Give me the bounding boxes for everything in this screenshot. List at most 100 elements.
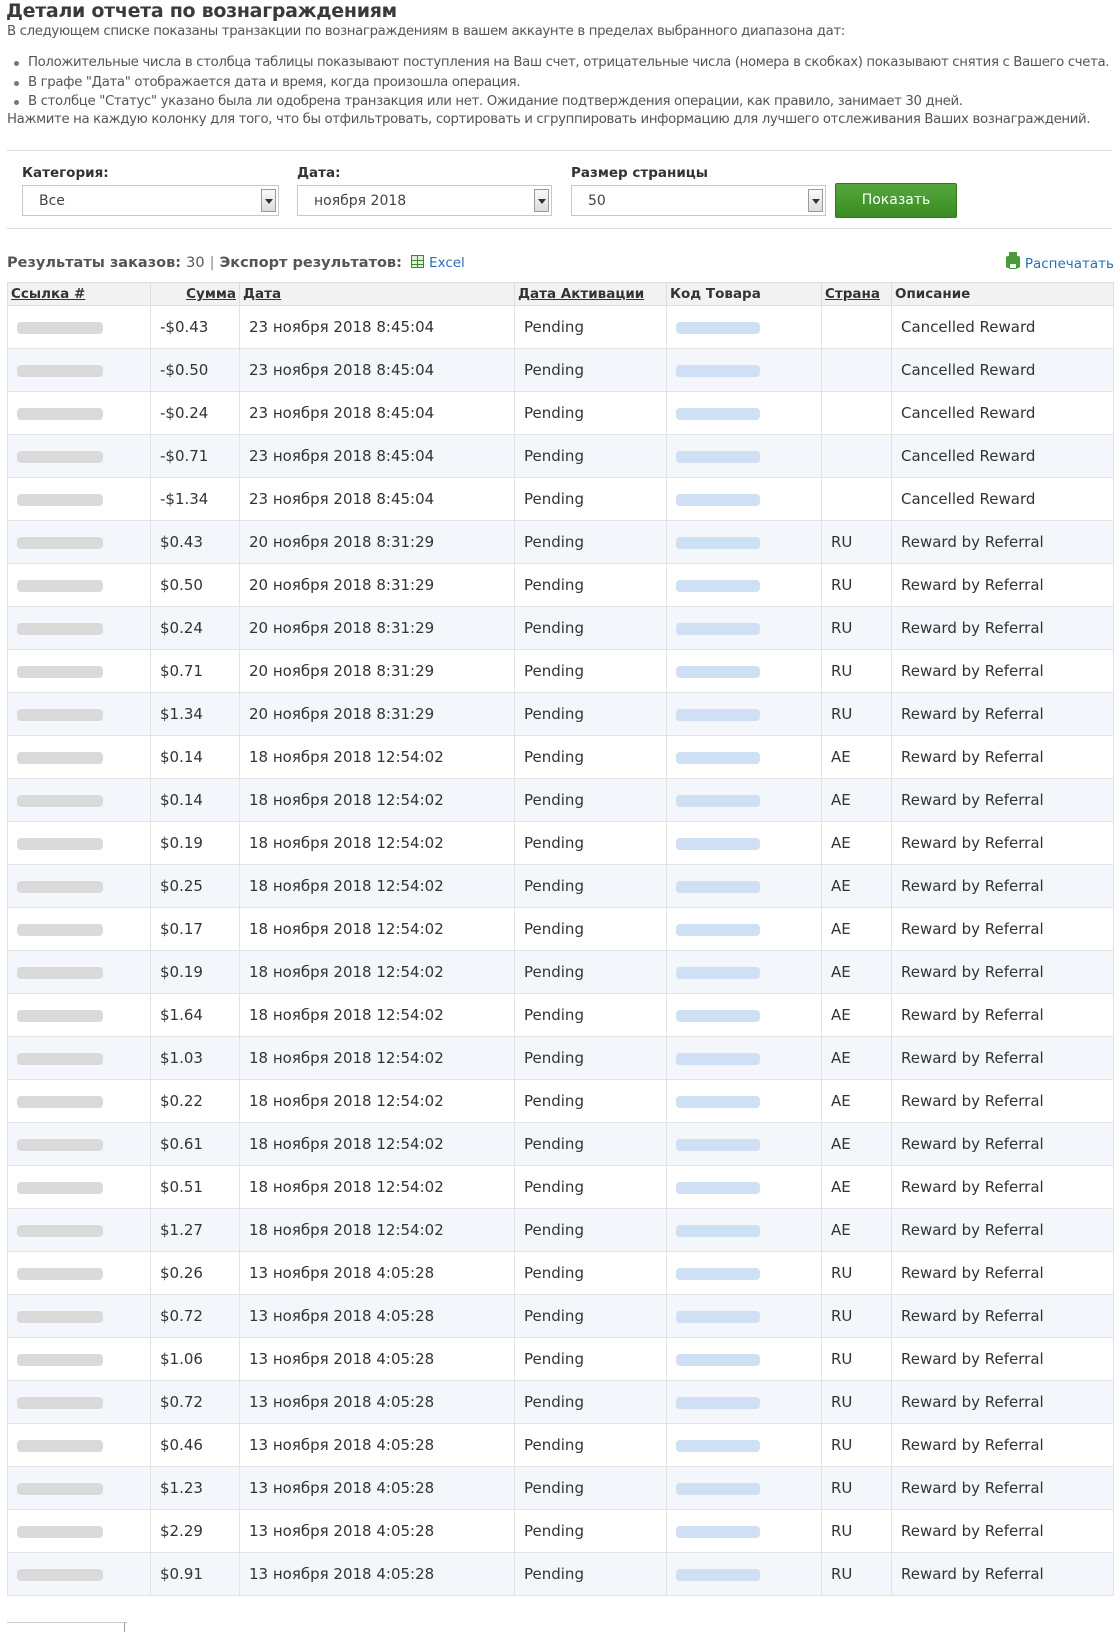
redacted-product-code-link[interactable] (676, 407, 760, 420)
product-code-cell[interactable] (666, 1251, 822, 1295)
redacted-reference-link[interactable] (17, 579, 103, 592)
product-code-cell[interactable] (666, 305, 822, 349)
category-select[interactable]: Все (22, 185, 279, 216)
redacted-reference-link[interactable] (17, 493, 103, 506)
product-code-cell[interactable] (666, 950, 822, 994)
product-code-cell[interactable] (666, 477, 822, 521)
redacted-reference-link[interactable] (17, 794, 103, 807)
ref-cell[interactable] (7, 434, 151, 478)
ref-cell[interactable] (7, 1122, 151, 1166)
redacted-product-code-link[interactable] (676, 1568, 760, 1581)
column-header-ref[interactable]: Ссылка # (7, 282, 151, 306)
product-code-cell[interactable] (666, 864, 822, 908)
product-code-cell[interactable] (666, 692, 822, 736)
product-code-cell[interactable] (666, 348, 822, 392)
product-code-cell[interactable] (666, 563, 822, 607)
ref-cell[interactable] (7, 391, 151, 435)
redacted-product-code-link[interactable] (676, 1267, 760, 1280)
ref-cell[interactable] (7, 1337, 151, 1381)
redacted-reference-link[interactable] (17, 1052, 103, 1065)
product-code-cell[interactable] (666, 1208, 822, 1252)
redacted-reference-link[interactable] (17, 880, 103, 893)
redacted-product-code-link[interactable] (676, 1482, 760, 1495)
redacted-reference-link[interactable] (17, 364, 103, 377)
redacted-product-code-link[interactable] (676, 1224, 760, 1237)
redacted-product-code-link[interactable] (676, 536, 760, 549)
product-code-cell[interactable] (666, 907, 822, 951)
redacted-reference-link[interactable] (17, 1095, 103, 1108)
print-link[interactable]: Распечатать (1005, 252, 1114, 272)
redacted-product-code-link[interactable] (676, 1353, 760, 1366)
redacted-reference-link[interactable] (17, 1439, 103, 1452)
ref-cell[interactable] (7, 1251, 151, 1295)
redacted-product-code-link[interactable] (676, 1525, 760, 1538)
ref-cell[interactable] (7, 950, 151, 994)
product-code-cell[interactable] (666, 993, 822, 1037)
print-label[interactable]: Распечатать (1025, 256, 1114, 272)
redacted-product-code-link[interactable] (676, 665, 760, 678)
redacted-reference-link[interactable] (17, 708, 103, 721)
product-code-cell[interactable] (666, 1552, 822, 1596)
product-code-cell[interactable] (666, 778, 822, 822)
redacted-product-code-link[interactable] (676, 1095, 760, 1108)
redacted-reference-link[interactable] (17, 1138, 103, 1151)
redacted-product-code-link[interactable] (676, 321, 760, 334)
redacted-reference-link[interactable] (17, 837, 103, 850)
redacted-product-code-link[interactable] (676, 493, 760, 506)
product-code-cell[interactable] (666, 1423, 822, 1467)
excel-export-link[interactable]: Excel (429, 255, 465, 271)
ref-cell[interactable] (7, 993, 151, 1037)
ref-cell[interactable] (7, 1466, 151, 1510)
redacted-reference-link[interactable] (17, 622, 103, 635)
redacted-product-code-link[interactable] (676, 1138, 760, 1151)
redacted-reference-link[interactable] (17, 923, 103, 936)
ref-cell[interactable] (7, 563, 151, 607)
printer-icon[interactable] (1005, 252, 1020, 269)
redacted-product-code-link[interactable] (676, 923, 760, 936)
redacted-reference-link[interactable] (17, 1482, 103, 1495)
redacted-product-code-link[interactable] (676, 794, 760, 807)
ref-cell[interactable] (7, 649, 151, 693)
product-code-cell[interactable] (666, 1079, 822, 1123)
product-code-cell[interactable] (666, 1294, 822, 1338)
ref-cell[interactable] (7, 1294, 151, 1338)
product-code-cell[interactable] (666, 1380, 822, 1424)
redacted-reference-link[interactable] (17, 665, 103, 678)
ref-cell[interactable] (7, 821, 151, 865)
ref-cell[interactable] (7, 520, 151, 564)
ref-cell[interactable] (7, 606, 151, 650)
redacted-reference-link[interactable] (17, 1181, 103, 1194)
show-button[interactable]: Показать (835, 183, 957, 218)
redacted-product-code-link[interactable] (676, 966, 760, 979)
redacted-reference-link[interactable] (17, 407, 103, 420)
redacted-reference-link[interactable] (17, 321, 103, 334)
product-code-cell[interactable] (666, 434, 822, 478)
date-select[interactable]: ноября 2018 (297, 185, 552, 216)
ref-cell[interactable] (7, 1380, 151, 1424)
redacted-product-code-link[interactable] (676, 837, 760, 850)
product-code-cell[interactable] (666, 1036, 822, 1080)
product-code-cell[interactable] (666, 1165, 822, 1209)
chevron-down-icon[interactable] (261, 189, 276, 212)
product-code-cell[interactable] (666, 1122, 822, 1166)
redacted-product-code-link[interactable] (676, 751, 760, 764)
product-code-cell[interactable] (666, 1466, 822, 1510)
redacted-reference-link[interactable] (17, 1267, 103, 1280)
redacted-product-code-link[interactable] (676, 364, 760, 377)
redacted-product-code-link[interactable] (676, 1396, 760, 1409)
redacted-product-code-link[interactable] (676, 1052, 760, 1065)
column-header-country[interactable]: Страна (821, 282, 892, 306)
redacted-product-code-link[interactable] (676, 622, 760, 635)
column-header-date[interactable]: Дата (239, 282, 515, 306)
column-header-amount[interactable]: Сумма (150, 282, 240, 306)
redacted-product-code-link[interactable] (676, 579, 760, 592)
product-code-cell[interactable] (666, 1337, 822, 1381)
redacted-reference-link[interactable] (17, 1525, 103, 1538)
ref-cell[interactable] (7, 864, 151, 908)
redacted-product-code-link[interactable] (676, 1439, 760, 1452)
ref-cell[interactable] (7, 1036, 151, 1080)
ref-cell[interactable] (7, 692, 151, 736)
redacted-product-code-link[interactable] (676, 1181, 760, 1194)
product-code-cell[interactable] (666, 391, 822, 435)
redacted-reference-link[interactable] (17, 536, 103, 549)
